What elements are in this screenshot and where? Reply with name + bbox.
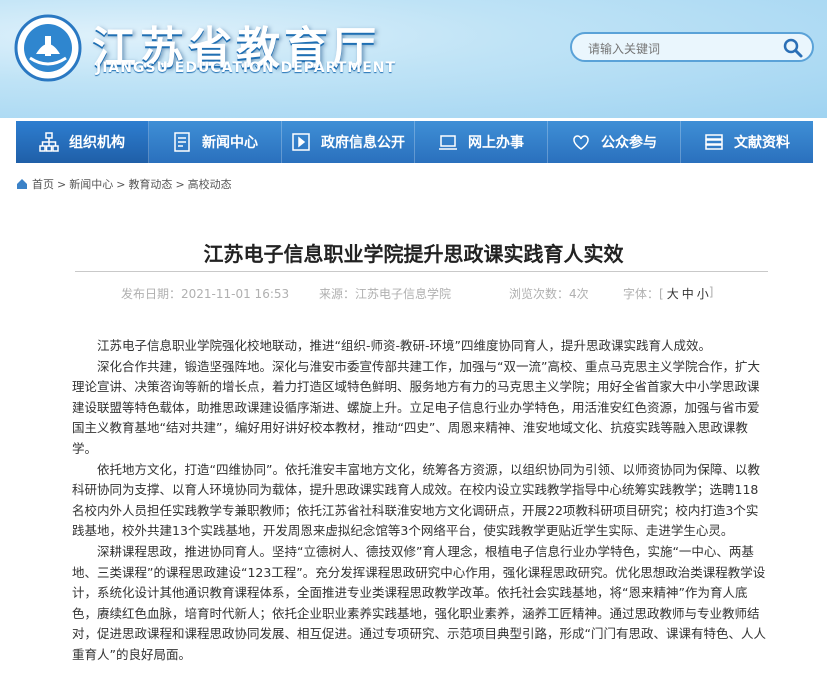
font-size-medium[interactable]: 中	[682, 285, 694, 302]
nav-item-gov-info[interactable]: 政府信息公开	[282, 121, 415, 163]
breadcrumb-edu-news[interactable]: 教育动态	[128, 176, 172, 192]
nav-label: 新闻中心	[202, 135, 258, 151]
education-emblem-icon[interactable]	[14, 14, 82, 82]
font-size-small[interactable]: 小	[697, 285, 709, 302]
breadcrumb-home[interactable]: 首页	[32, 176, 54, 192]
info-icon	[292, 133, 310, 151]
article-paragraph: 依托地方文化，打造“四维协同”。依托淮安丰富地方文化，统筹各方资源，以组织协同为…	[72, 461, 760, 539]
search-box	[570, 32, 814, 62]
article-source: 来源：江苏电子信息学院	[319, 287, 452, 301]
laptop-icon	[439, 135, 457, 150]
nav-label: 公众参与	[601, 135, 657, 151]
article-paragraph: 深化合作共建，锻造坚强阵地。深化与淮安市委宣传部共建工作，加强与“双一流”高校、…	[72, 358, 760, 456]
breadcrumb-separator: >	[175, 177, 185, 191]
breadcrumb-college-news[interactable]: 高校动态	[188, 176, 232, 192]
font-size-label: 字体：[	[623, 287, 664, 301]
site-subtitle: JIANGSU EDUCATION DEPARTMENT	[96, 60, 397, 76]
site-header: 江苏省教育厅 JIANGSU EDUCATION DEPARTMENT 组织机构…	[0, 0, 827, 163]
article-body: 江苏电子信息职业学院强化校地联动，推进“组织-师资-教研-环境”四维度协同育人，…	[72, 336, 770, 666]
chat-icon	[573, 135, 589, 150]
view-count: 浏览次数：4次	[509, 287, 589, 301]
article-title: 江苏电子信息职业学院提升思政课实践育人实效	[203, 242, 624, 266]
publish-date: 发布日期：2021-11-01 16:53	[121, 287, 290, 301]
font-size-large[interactable]: 大	[667, 285, 679, 302]
nav-label: 政府信息公开	[321, 135, 405, 151]
breadcrumb-separator: >	[116, 177, 126, 191]
breadcrumb-separator: >	[57, 177, 67, 191]
main-nav: 组织机构 新闻中心 政府信息公开 网上办事 公众参与 文献资料	[16, 121, 813, 163]
nav-item-org[interactable]: 组织机构	[16, 121, 149, 163]
breadcrumb-news[interactable]: 新闻中心	[69, 176, 113, 192]
search-input[interactable]	[586, 39, 780, 59]
article-meta: 发布日期：2021-11-01 16:53 来源：江苏电子信息学院 浏览次数：4…	[121, 285, 713, 302]
nav-label: 文献资料	[734, 135, 790, 151]
org-chart-icon	[39, 132, 59, 152]
breadcrumb: 首页 > 新闻中心 > 教育动态 > 高校动态	[16, 176, 232, 192]
nav-item-news[interactable]: 新闻中心	[149, 121, 282, 163]
books-icon	[705, 134, 723, 150]
home-icon	[17, 179, 27, 189]
font-size-end: ]	[708, 285, 714, 299]
nav-label: 组织机构	[69, 135, 125, 151]
nav-label: 网上办事	[468, 135, 524, 151]
article-paragraph: 深耕课程思政，推进协同育人。坚持“立德树人、德技双修”育人理念，根植电子信息行业…	[72, 543, 766, 662]
nav-item-docs[interactable]: 文献资料	[681, 121, 813, 163]
search-icon[interactable]	[782, 37, 804, 59]
nav-item-online-service[interactable]: 网上办事	[415, 121, 548, 163]
nav-item-public[interactable]: 公众参与	[548, 121, 681, 163]
document-icon	[174, 132, 190, 152]
article-paragraph: 江苏电子信息职业学院强化校地联动，推进“组织-师资-教研-环境”四维度协同育人，…	[97, 338, 711, 353]
divider	[75, 271, 768, 272]
